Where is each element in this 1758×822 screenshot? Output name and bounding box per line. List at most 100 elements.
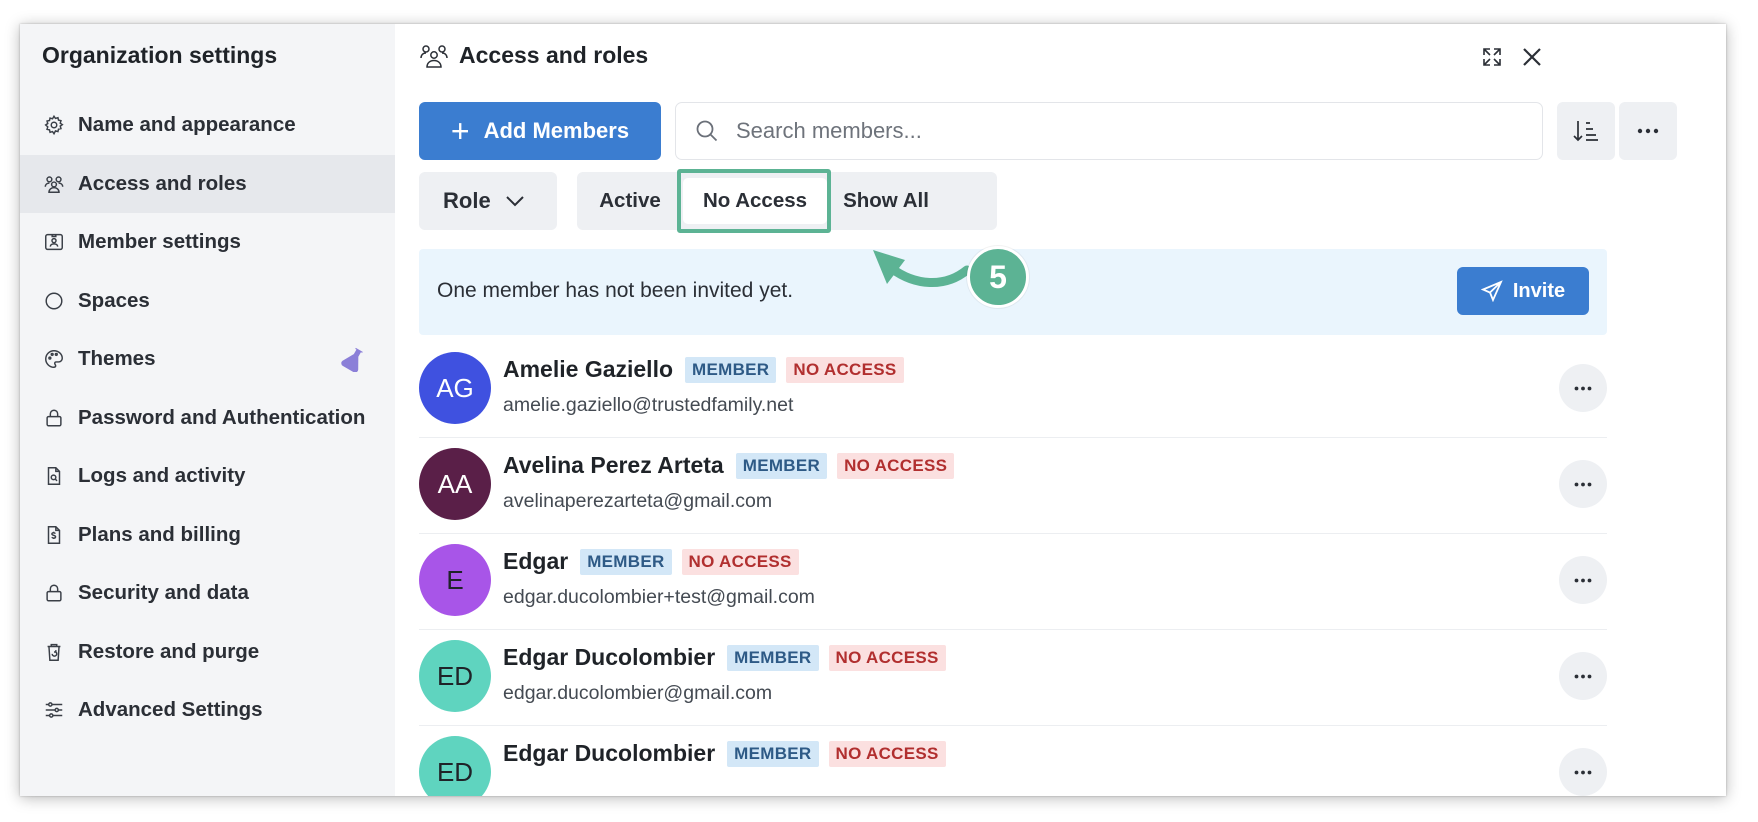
- sidebar-item-spaces[interactable]: Spaces: [20, 272, 395, 331]
- search-icon: [696, 120, 718, 142]
- expand-icon[interactable]: [1477, 42, 1507, 72]
- paper-plane-icon: [1480, 280, 1503, 302]
- sidebar-item-label: Advanced Settings: [78, 698, 263, 722]
- circle-icon: [42, 289, 66, 313]
- sidebar-item-plans-and-billing[interactable]: Plans and billing: [20, 506, 395, 565]
- sidebar-item-name-and-appearance[interactable]: Name and appearance: [20, 96, 395, 155]
- receipt-icon: [42, 523, 66, 547]
- palette-icon: [42, 347, 66, 371]
- member-row[interactable]: AA Avelina Perez Arteta MEMBER NO ACCESS…: [419, 438, 1607, 534]
- member-name-row: Avelina Perez Arteta MEMBER NO ACCESS: [503, 452, 964, 479]
- settings-window: Organization settings Name and appearanc…: [20, 24, 1726, 796]
- role-dropdown-label: Role: [443, 188, 491, 213]
- add-members-button[interactable]: + Add Members: [419, 102, 661, 160]
- sidebar-item-label: Name and appearance: [78, 113, 296, 137]
- tutorial-arrow-icon: [873, 250, 972, 287]
- sidebar-item-access-and-roles[interactable]: Access and roles: [20, 154, 395, 213]
- member-name: Avelina Perez Arteta: [503, 452, 724, 478]
- avatar: ED: [419, 640, 491, 712]
- invite-label: Invite: [1512, 279, 1566, 302]
- sidebar-nav: Name and appearance Access and roles Mem…: [20, 96, 395, 740]
- more-icon: [1574, 578, 1592, 582]
- member-more-button[interactable]: [1559, 556, 1607, 604]
- sort-button[interactable]: [1557, 102, 1615, 160]
- sidebar-item-label: Plans and billing: [78, 522, 241, 546]
- sort-icon: [1573, 121, 1598, 142]
- member-name: Edgar Ducolombier: [503, 644, 716, 670]
- tab-active[interactable]: Active: [577, 172, 683, 230]
- file-search-icon: [42, 464, 66, 488]
- role-badge: MEMBER: [580, 548, 672, 575]
- member-row[interactable]: E Edgar MEMBER NO ACCESS edgar.ducolombi…: [419, 534, 1607, 630]
- role-dropdown[interactable]: Role: [419, 172, 557, 230]
- sidebar-item-advanced-settings[interactable]: Advanced Settings: [20, 681, 395, 740]
- member-row[interactable]: AG Amelie Gaziello MEMBER NO ACCESS amel…: [419, 342, 1607, 438]
- more-icon: [1637, 128, 1659, 134]
- role-badge: MEMBER: [727, 644, 819, 671]
- chevron-down-icon: [505, 196, 524, 207]
- banner-text: One member has not been invited yet.: [437, 279, 794, 302]
- tab-label: No Access: [702, 189, 808, 212]
- avatar: AG: [419, 352, 491, 424]
- more-icon: [1574, 386, 1592, 390]
- sliders-icon: [42, 698, 66, 722]
- sidebar-item-member-settings[interactable]: Member settings: [20, 213, 395, 272]
- sidebar-item-label: Themes: [78, 347, 156, 371]
- search-box: [675, 102, 1543, 160]
- more-options-button[interactable]: [1619, 102, 1677, 160]
- member-email: amelie.gaziello@trustedfamily.net: [503, 394, 794, 416]
- status-badge: NO ACCESS: [828, 740, 946, 767]
- page-title: Access and roles: [419, 42, 648, 69]
- sidebar-item-password-and-authentication[interactable]: Password and Authentication: [20, 389, 395, 448]
- plus-icon: +: [450, 113, 470, 149]
- sidebar-item-themes[interactable]: Themes: [20, 330, 395, 389]
- more-icon: [1574, 770, 1592, 774]
- member-email: avelinaperezarteta@gmail.com: [503, 490, 773, 512]
- member-name-row: Edgar MEMBER NO ACCESS: [503, 548, 809, 575]
- people-icon: [42, 172, 66, 196]
- member-more-button[interactable]: [1559, 748, 1607, 796]
- sidebar-item-label: Password and Authentication: [78, 405, 366, 429]
- status-badge: NO ACCESS: [828, 644, 946, 671]
- invite-button[interactable]: Invite: [1457, 267, 1589, 315]
- sidebar-item-restore-and-purge[interactable]: Restore and purge: [20, 623, 395, 682]
- sidebar: Organization settings Name and appearanc…: [20, 24, 395, 796]
- role-badge: MEMBER: [685, 356, 777, 383]
- member-name: Edgar: [503, 548, 569, 574]
- member-name-row: Amelie Gaziello MEMBER NO ACCESS: [503, 356, 914, 383]
- member-row[interactable]: ED Edgar Ducolombier MEMBER NO ACCESS: [419, 726, 1607, 796]
- tab-no-access[interactable]: No Access: [683, 178, 827, 224]
- lock-icon: [42, 581, 66, 605]
- sidebar-title: Organization settings: [42, 42, 278, 68]
- status-filter-tabs: Active No Access Show All: [577, 172, 997, 230]
- sidebar-item-security-and-data[interactable]: Security and data: [20, 564, 395, 623]
- sidebar-item-label: Spaces: [78, 288, 150, 312]
- sidebar-item-label: Member settings: [78, 230, 241, 254]
- more-icon: [1574, 674, 1592, 678]
- avatar: ED: [419, 736, 491, 796]
- close-icon[interactable]: [1517, 42, 1547, 72]
- sidebar-item-label: Access and roles: [78, 171, 247, 195]
- gear-icon: [42, 113, 66, 137]
- member-more-button[interactable]: [1559, 460, 1607, 508]
- member-more-button[interactable]: [1559, 364, 1607, 412]
- id-card-icon: [42, 230, 66, 254]
- sidebar-item-label: Logs and activity: [78, 464, 246, 488]
- status-badge: NO ACCESS: [837, 452, 955, 479]
- tab-show-all[interactable]: Show All: [827, 172, 945, 230]
- lock-icon: [42, 406, 66, 430]
- status-badge: NO ACCESS: [786, 356, 904, 383]
- role-badge: MEMBER: [735, 452, 828, 479]
- page-title-text: Access and roles: [459, 42, 649, 68]
- member-email: edgar.ducolombier@gmail.com: [503, 682, 773, 704]
- avatar: AA: [419, 448, 491, 520]
- search-input[interactable]: [736, 118, 1496, 144]
- status-badge: NO ACCESS: [681, 548, 799, 575]
- add-members-label: Add Members: [483, 118, 630, 143]
- member-row[interactable]: ED Edgar Ducolombier MEMBER NO ACCESS ed…: [419, 630, 1607, 726]
- more-icon: [1574, 482, 1592, 486]
- member-more-button[interactable]: [1559, 652, 1607, 700]
- sidebar-item-logs-and-activity[interactable]: Logs and activity: [20, 447, 395, 506]
- tutorial-step-badge: 5: [967, 246, 1029, 308]
- people-icon: [420, 44, 448, 68]
